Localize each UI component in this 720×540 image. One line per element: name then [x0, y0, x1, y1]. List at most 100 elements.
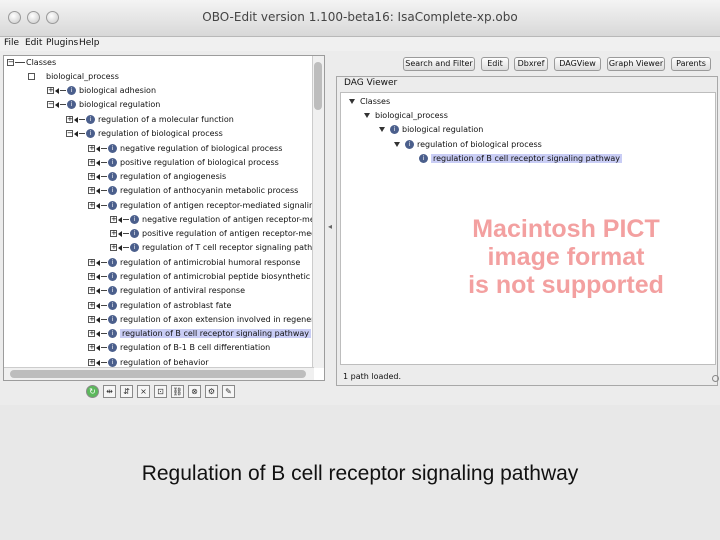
lock-icon[interactable]: ⊡	[154, 385, 167, 398]
tree-row-regulation-of-b-cell-receptor-signaling[interactable]: + i regulation of B cell receptor signalin…	[88, 327, 312, 340]
expand-icon[interactable]: +	[88, 159, 95, 166]
expand-icon[interactable]: +	[88, 273, 95, 280]
tree-item-label: regulation of antimicrobial humoral resp…	[120, 258, 301, 267]
expand-icon[interactable]: +	[88, 187, 95, 194]
expand-icon[interactable]: +	[88, 202, 95, 209]
tree-row-biological-regulation[interactable]: − i biological regulation	[47, 98, 160, 111]
expand-icon[interactable]: +	[110, 216, 117, 223]
menu-file[interactable]: File	[4, 38, 19, 48]
dag-row-biological-process[interactable]: biological_process	[364, 110, 448, 122]
is-a-relation-icon: i	[130, 243, 139, 252]
tab-parents[interactable]: Parents	[671, 57, 711, 71]
tab-search-and-filter[interactable]: Search and Filter	[403, 57, 475, 71]
tree-row-negative-regulation-of-antigen-receptor[interactable]: + i negative regulation of antigen recepto…	[110, 213, 314, 226]
is-a-relation-icon: i	[67, 86, 76, 95]
pict-message-line: is not supported	[468, 271, 664, 299]
tree-row-biological-process[interactable]: biological_process	[28, 70, 119, 83]
move-icon[interactable]: ⇹	[103, 385, 116, 398]
disclosure-triangle-icon[interactable]	[379, 127, 385, 132]
dag-item-label: Classes	[360, 97, 391, 106]
expand-icon[interactable]: +	[88, 287, 95, 294]
expand-icon[interactable]: +	[110, 244, 117, 251]
expand-icon[interactable]: +	[88, 359, 95, 366]
tree-row-negative-regulation-of-biological-process[interactable]: + i negative regulation of biological proc…	[88, 142, 282, 155]
is-a-relation-icon: i	[130, 229, 139, 238]
ontology-tree[interactable]: − Classes biological_process + i biological…	[4, 56, 314, 368]
dag-row-regulation-of-b-cell-receptor-signaling[interactable]: i regulation of B cell receptor signaling…	[419, 153, 623, 165]
tree-row-regulation-of-angiogenesis[interactable]: + i regulation of angiogenesis	[88, 170, 226, 183]
refresh-icon[interactable]: ↻	[86, 385, 99, 398]
window-title: OBO-Edit version 1.100-beta16: IsaComple…	[202, 10, 518, 24]
expand-icon[interactable]: +	[66, 116, 73, 123]
dag-row-regulation-of-biological-process[interactable]: i regulation of biological process	[394, 139, 542, 151]
dag-graph-area[interactable]: Classes biological_process i biological r…	[340, 92, 716, 365]
tab-graph-viewer[interactable]: Graph Viewer	[607, 57, 665, 71]
tool-icon[interactable]: ✎	[222, 385, 235, 398]
tree-row-regulation-of-b1-b-cell-differentiation[interactable]: + i regulation of B-1 B cell differentiati…	[88, 341, 270, 354]
tree-row-regulation-of-antigen-receptor-signaling[interactable]: + i regulation of antigen receptor-mediate…	[88, 199, 314, 212]
tree-connector-line	[101, 305, 107, 306]
dag-viewer-title: DAG Viewer	[342, 78, 400, 88]
expand-icon[interactable]: +	[88, 259, 95, 266]
tree-row-positive-regulation-of-biological-process[interactable]: + i positive regulation of biological proc…	[88, 156, 279, 169]
tree-row-regulation-of-molecular-function[interactable]: + i regulation of a molecular function	[66, 113, 234, 126]
tree-row-biological-adhesion[interactable]: + i biological adhesion	[47, 84, 156, 97]
disclosure-triangle-icon[interactable]	[394, 142, 400, 147]
expand-icon[interactable]: +	[88, 330, 95, 337]
selected-dag-item-label: regulation of B cell receptor signaling …	[431, 154, 623, 163]
resize-grip-icon[interactable]	[712, 375, 719, 382]
is-a-relation-icon: i	[108, 286, 117, 295]
filter-icon[interactable]: ⊗	[188, 385, 201, 398]
disclosure-triangle-icon[interactable]	[364, 113, 370, 118]
settings-icon[interactable]: ⚙	[205, 385, 218, 398]
expand-icon[interactable]: +	[110, 230, 117, 237]
collapse-icon[interactable]: −	[66, 130, 73, 137]
dag-row-biological-regulation[interactable]: i biological regulation	[379, 124, 483, 136]
tree-item-label: positive regulation of biological proces…	[120, 158, 279, 167]
split-icon[interactable]: ⇵	[120, 385, 133, 398]
tree-item-label: biological regulation	[79, 100, 161, 109]
expand-icon[interactable]: +	[88, 302, 95, 309]
tree-connector-line	[101, 262, 107, 263]
link-icon[interactable]: ⛓	[171, 385, 184, 398]
tree-row-classes[interactable]: − Classes	[7, 56, 56, 69]
tree-row-regulation-of-biological-process[interactable]: − i regulation of biological process	[66, 127, 223, 140]
tree-row-regulation-of-astroblast-fate[interactable]: + i regulation of astroblast fate	[88, 299, 231, 312]
split-pane-divider[interactable]	[327, 55, 333, 381]
tree-row-regulation-of-anthocyanin-metabolic-process[interactable]: + i regulation of anthocyanin metabolic pr…	[88, 184, 298, 197]
is-a-arrow-icon	[55, 87, 59, 94]
tree-row-positive-regulation-of-antigen-receptor[interactable]: + i positive regulation of antigen recepto…	[110, 227, 314, 240]
tree-row-regulation-of-antiviral-response[interactable]: + i regulation of antiviral response	[88, 284, 245, 297]
expand-icon[interactable]: +	[88, 173, 95, 180]
is-a-arrow-icon	[74, 130, 78, 137]
menu-plugins[interactable]: Plugins	[46, 38, 78, 48]
disclosure-triangle-icon[interactable]	[349, 99, 355, 104]
tab-dbxref[interactable]: Dbxref	[514, 57, 548, 71]
expand-icon[interactable]: +	[88, 145, 95, 152]
collapse-icon[interactable]: −	[47, 101, 54, 108]
tree-connector-line	[101, 205, 107, 206]
is-a-relation-icon: i	[108, 258, 117, 267]
tab-dagview[interactable]: DAGView	[554, 57, 601, 71]
merge-icon[interactable]: ⨯	[137, 385, 150, 398]
tab-edit[interactable]: Edit	[481, 57, 509, 71]
tree-row-regulation-of-t-cell-receptor-signaling[interactable]: + i regulation of T cell receptor signalin…	[110, 241, 314, 254]
tree-vertical-scroll-thumb[interactable]	[314, 62, 322, 110]
is-a-arrow-icon	[74, 116, 78, 123]
collapse-icon[interactable]: −	[7, 59, 14, 66]
expand-icon[interactable]: +	[88, 316, 95, 323]
tree-row-regulation-of-axon-extension[interactable]: + i regulation of axon extension involved …	[88, 313, 314, 326]
tree-horizontal-scroll-thumb[interactable]	[10, 370, 306, 378]
tree-horizontal-scrollbar[interactable]	[4, 367, 314, 380]
menu-help[interactable]: Help	[79, 38, 100, 48]
dag-row-classes[interactable]: Classes	[349, 96, 390, 108]
tree-row-regulation-of-antimicrobial-humoral-response[interactable]: + i regulation of antimicrobial humoral re…	[88, 256, 300, 269]
tree-row-regulation-of-antimicrobial-peptide[interactable]: + i regulation of antimicrobial peptide bi…	[88, 270, 314, 283]
is-a-relation-icon: i	[108, 315, 117, 324]
tree-vertical-scrollbar[interactable]	[312, 56, 324, 368]
expand-icon[interactable]: +	[88, 344, 95, 351]
expand-icon[interactable]: +	[47, 87, 54, 94]
menu-edit[interactable]: Edit	[25, 38, 42, 48]
is-a-arrow-icon	[96, 359, 100, 366]
dag-item-label: biological regulation	[402, 125, 484, 134]
